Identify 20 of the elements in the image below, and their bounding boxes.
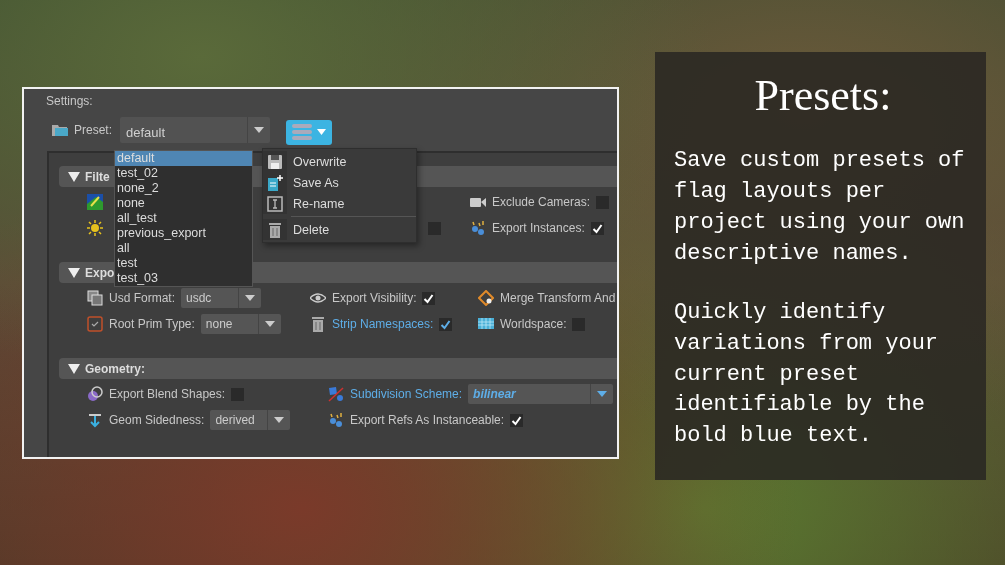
option-label: Export Blend Shapes:: [109, 387, 226, 401]
option-label: Usd Format:: [109, 291, 175, 305]
option-label: Subdivision Scheme:: [350, 387, 463, 401]
option-label: Export Visibility:: [332, 291, 417, 305]
option-label: Export Instances:: [492, 221, 585, 235]
option-label: Root Prim Type:: [109, 317, 195, 331]
settings-title: Settings:: [46, 94, 93, 108]
option-label: Strip Namespaces:: [332, 317, 434, 331]
option-label: Worldspace:: [500, 317, 567, 331]
option-label: Export Refs As Instanceable:: [350, 413, 505, 427]
panel-title: Presets:: [753, 72, 893, 121]
option-label: Geom Sidedness:: [109, 413, 205, 427]
option-label: Merge Transform And: [500, 291, 616, 305]
description-text: Quickly identify variations from your current preset identifiable by the bold blue text.: [674, 299, 940, 450]
section-title: Geometry:: [85, 361, 146, 376]
option-label: Exclude Cameras:: [492, 195, 591, 209]
preset-label: Preset:: [74, 123, 112, 137]
section-title: Expo: [85, 265, 115, 280]
section-title: Filte: [85, 169, 110, 184]
description-text: Save custom presets of flag layouts per project using your own descriptive names.: [674, 147, 966, 268]
